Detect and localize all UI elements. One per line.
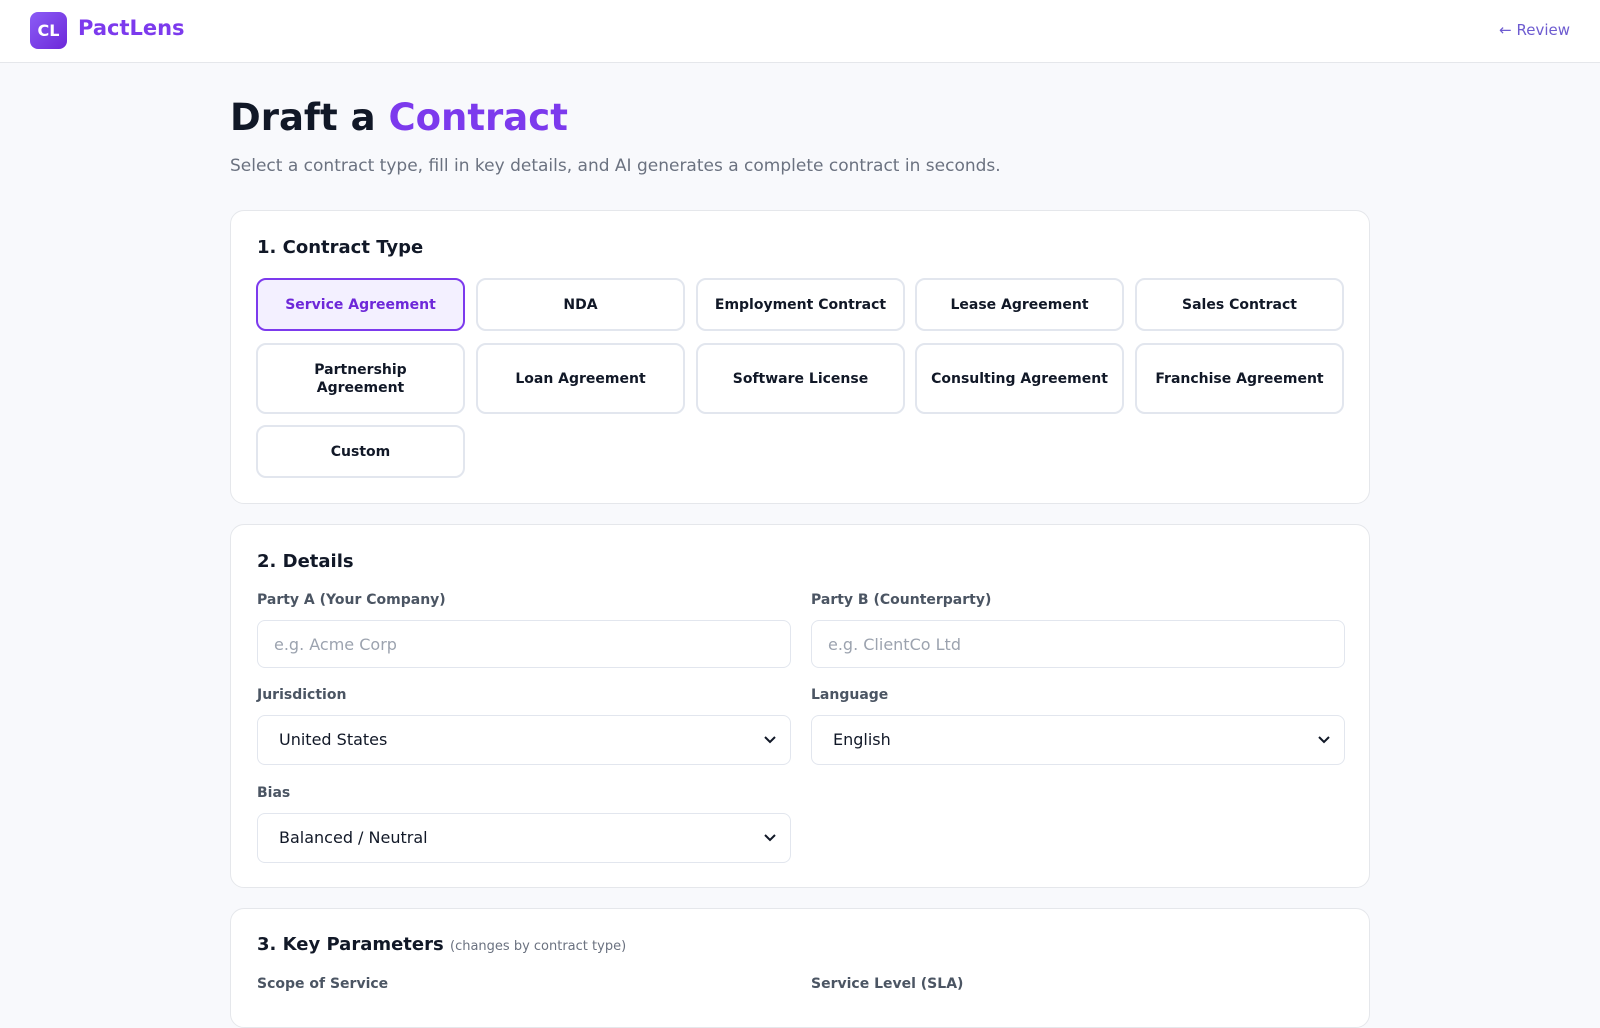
chevron-down-icon bbox=[764, 834, 776, 842]
page-title-prefix: Draft a bbox=[230, 96, 376, 139]
section-title-key-parameters: 3. Key Parameters (changes by contract t… bbox=[257, 934, 626, 955]
section-title-details: 2. Details bbox=[257, 551, 354, 572]
key-parameters-title: 3. Key Parameters bbox=[257, 934, 444, 955]
type-service-agreement-button[interactable]: Service Agreement bbox=[256, 278, 465, 331]
type-lease-agreement-button[interactable]: Lease Agreement bbox=[915, 278, 1124, 331]
chevron-down-icon bbox=[764, 736, 776, 744]
type-custom-button[interactable]: Custom bbox=[256, 425, 465, 478]
key-parameters-section: 3. Key Parameters (changes by contract t… bbox=[230, 908, 1370, 1028]
party-a-label: Party A (Your Company) bbox=[257, 592, 446, 608]
jurisdiction-label: Jurisdiction bbox=[257, 687, 347, 703]
jurisdiction-value: United States bbox=[279, 730, 388, 749]
bias-select[interactable]: Balanced / Neutral bbox=[257, 813, 791, 863]
language-select[interactable]: English bbox=[811, 715, 1345, 765]
party-b-label: Party B (Counterparty) bbox=[811, 592, 992, 608]
contract-type-section: 1. Contract Type Service Agreement NDA E… bbox=[230, 210, 1370, 504]
party-a-input[interactable] bbox=[257, 620, 791, 668]
type-software-license-button[interactable]: Software License bbox=[696, 343, 905, 414]
type-employment-contract-button[interactable]: Employment Contract bbox=[696, 278, 905, 331]
type-loan-agreement-button[interactable]: Loan Agreement bbox=[476, 343, 685, 414]
bias-label: Bias bbox=[257, 785, 291, 801]
type-nda-button[interactable]: NDA bbox=[476, 278, 685, 331]
jurisdiction-select[interactable]: United States bbox=[257, 715, 791, 765]
back-to-review-link[interactable]: ← Review bbox=[1499, 21, 1570, 39]
party-b-input[interactable] bbox=[811, 620, 1345, 668]
page-title: Draft a Contract bbox=[230, 96, 568, 139]
brand-name[interactable]: PactLens bbox=[78, 16, 185, 40]
key-parameters-hint: (changes by contract type) bbox=[450, 939, 627, 954]
type-consulting-agreement-button[interactable]: Consulting Agreement bbox=[915, 343, 1124, 414]
scope-of-service-label: Scope of Service bbox=[257, 976, 389, 992]
language-label: Language bbox=[811, 687, 889, 703]
type-partnership-agreement-button[interactable]: Partnership Agreement bbox=[256, 343, 465, 414]
section-title-contract-type: 1. Contract Type bbox=[257, 237, 424, 258]
details-section: 2. Details Party A (Your Company) Party … bbox=[230, 524, 1370, 888]
top-bar: CL PactLens ← Review bbox=[0, 0, 1600, 63]
chevron-down-icon bbox=[1318, 736, 1330, 744]
language-value: English bbox=[833, 730, 891, 749]
type-sales-contract-button[interactable]: Sales Contract bbox=[1135, 278, 1344, 331]
page-title-accent: Contract bbox=[388, 96, 568, 139]
bias-value: Balanced / Neutral bbox=[279, 828, 428, 847]
logo-icon[interactable]: CL bbox=[30, 12, 67, 49]
type-franchise-agreement-button[interactable]: Franchise Agreement bbox=[1135, 343, 1344, 414]
service-level-label: Service Level (SLA) bbox=[811, 976, 964, 992]
page-subtitle: Select a contract type, fill in key deta… bbox=[230, 156, 1001, 176]
